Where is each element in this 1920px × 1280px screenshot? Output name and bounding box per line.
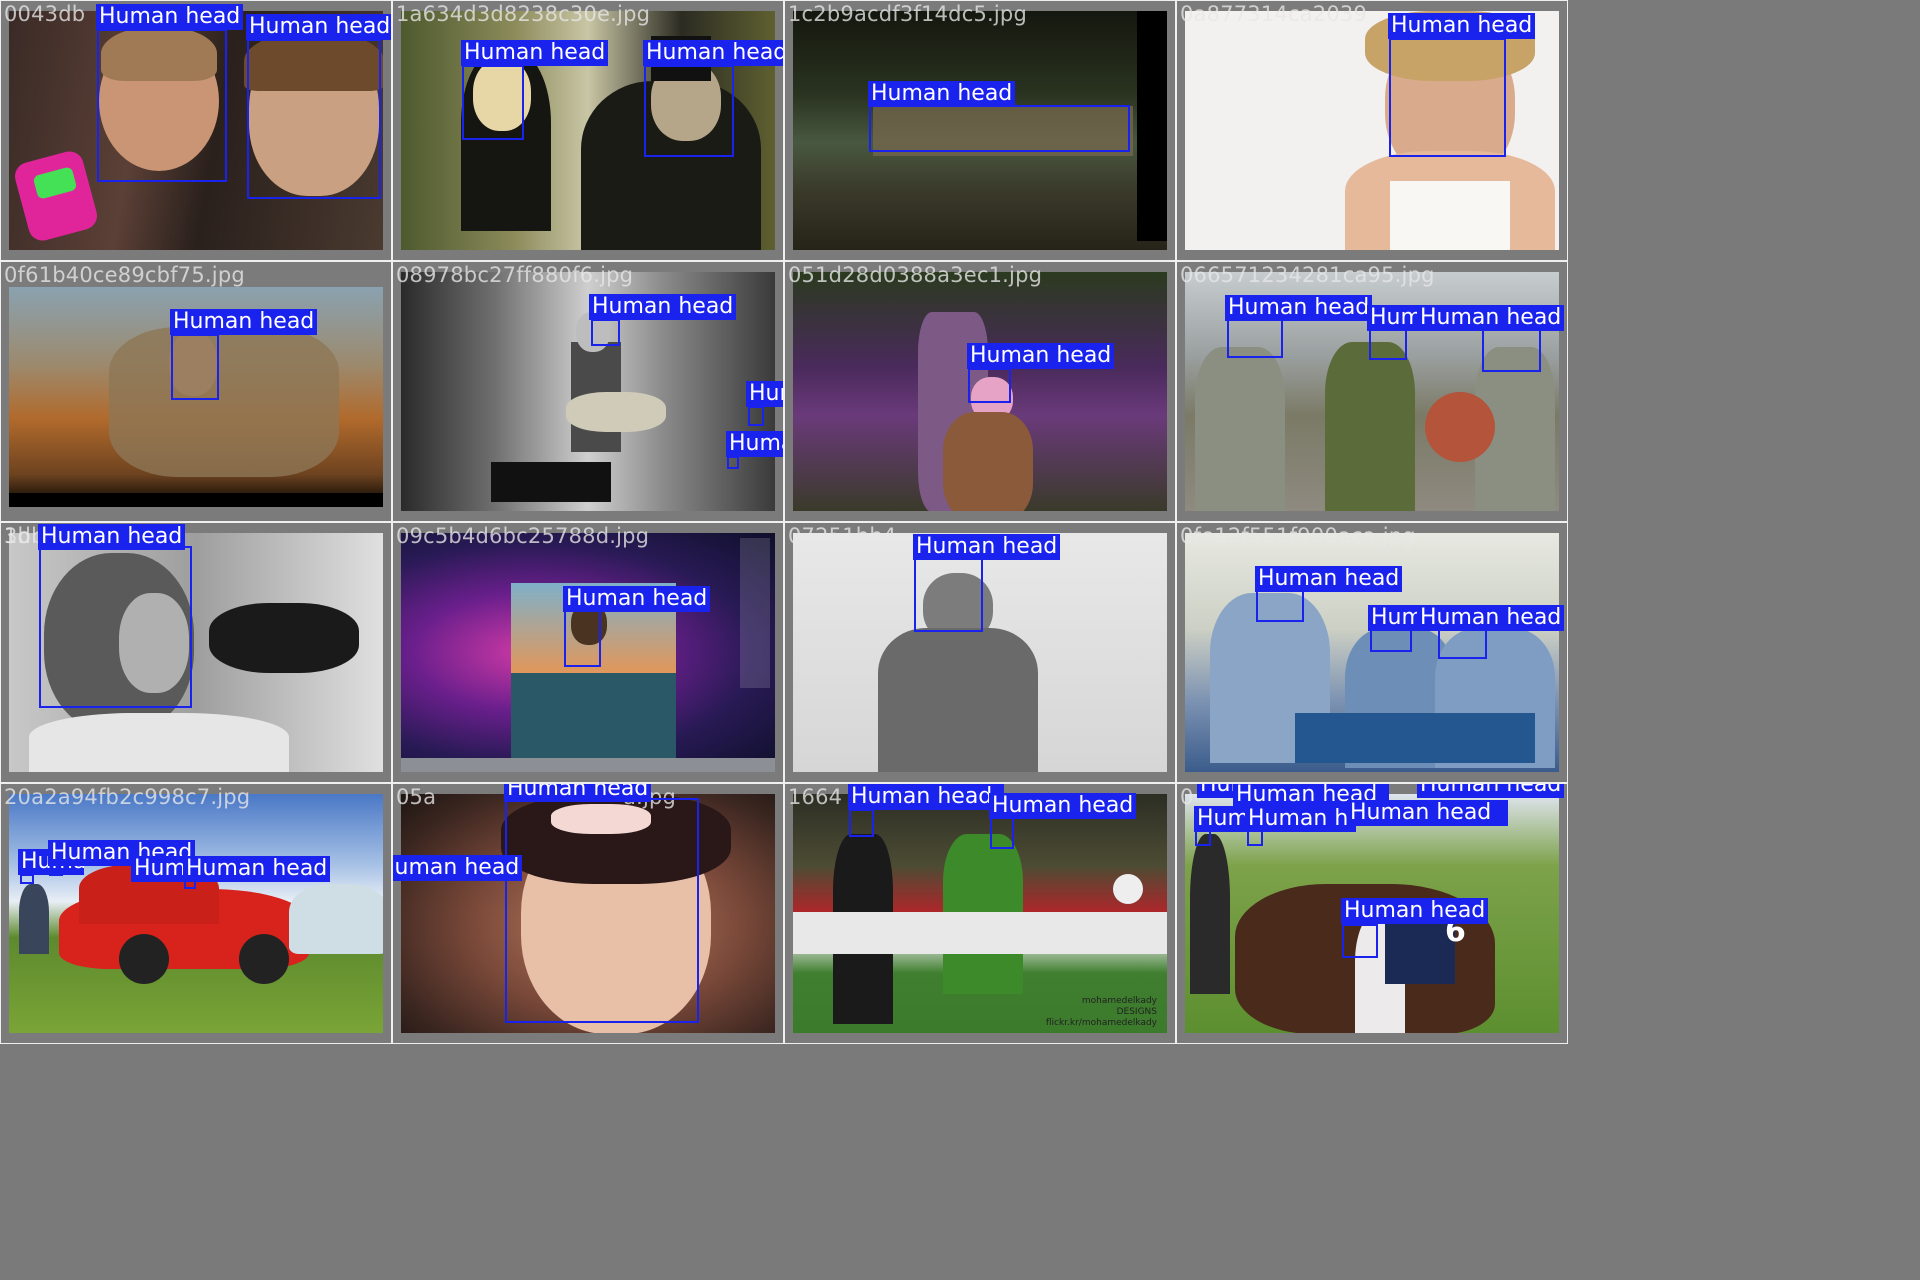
image-tile[interactable]: 20a2a94fb2c998c7.jpg Human head Human he… <box>0 783 392 1044</box>
detection-box[interactable] <box>644 65 734 157</box>
detection-label: Human head <box>1368 605 1424 631</box>
detection-box[interactable] <box>869 105 1130 152</box>
detection-box[interactable] <box>39 546 192 708</box>
detection-label: Human head <box>643 40 783 66</box>
detection-box[interactable] <box>591 319 620 346</box>
detection-box[interactable] <box>505 798 699 1023</box>
filename-label: 051d28d0388a3ec1.jpg <box>788 263 1043 287</box>
detection-label: Human head <box>589 294 737 320</box>
detection-label: Human head <box>1388 13 1536 39</box>
detection-box[interactable] <box>1369 329 1407 360</box>
detection-label: Human head <box>1417 305 1565 331</box>
detection-label: Human head <box>1417 784 1565 798</box>
detection-label: Human head <box>246 14 391 40</box>
filename-label: 20a2a94fb2c998c7.jpg <box>4 785 251 809</box>
detection-box[interactable] <box>1227 319 1283 358</box>
image-tile[interactable]: 1a634d3d8238c30e.jpg Human head Human he… <box>392 0 784 261</box>
detection-box[interactable] <box>1370 628 1412 652</box>
detection-box[interactable] <box>968 368 1011 403</box>
detection-box[interactable] <box>247 39 381 199</box>
image-tile[interactable]: 05a a.jpg Human head Human head <box>392 783 784 1044</box>
detection-label: Human head <box>504 784 652 802</box>
image-tile[interactable]: 1664 Human head Human head mohamedelkady… <box>784 783 1176 1044</box>
detection-results-grid: 0043db Human head Human head 1a634d3d823… <box>0 0 1568 1046</box>
filename-label: 05a <box>396 785 437 809</box>
detection-box[interactable] <box>564 609 601 667</box>
detection-box[interactable] <box>748 406 764 426</box>
detection-label: Human head <box>1341 898 1489 924</box>
image-tile[interactable]: 066571234281ca95.jpg Human head Human he… <box>1176 261 1568 522</box>
detection-label: Human head <box>563 586 711 612</box>
watermark: mohamedelkady DESIGNS flickr.kr/mohamede… <box>1046 996 1157 1029</box>
filename-label: 08978bc27ff880f6.jpg <box>396 263 634 287</box>
image-tile[interactable]: 0f61b40ce89cbf75.jpg Human head <box>0 261 392 522</box>
detection-label: Human head <box>393 855 523 881</box>
detection-label: Human head <box>1417 605 1565 631</box>
detection-label: Human head <box>913 534 1061 560</box>
detection-box[interactable] <box>462 65 524 140</box>
filename-label: 0043db <box>4 2 86 26</box>
filename-label: 1c2b9acdf3f14dc5.jpg <box>788 2 1027 26</box>
filename-label: 1a634d3d8238c30e.jpg <box>396 2 651 26</box>
detection-box[interactable] <box>1256 589 1304 622</box>
detection-box[interactable] <box>97 29 227 182</box>
filename-label: 0fe12f551f900aca.jpg <box>1180 524 1416 548</box>
detection-box[interactable] <box>1195 830 1211 846</box>
filename-label: 1b <box>4 524 32 548</box>
filename-label: 09c5b4d6bc25788d.jpg <box>396 524 650 548</box>
detection-label: Human head <box>868 81 1016 107</box>
detection-box[interactable] <box>20 874 34 884</box>
watermark-name: mohamedelkady <box>1081 996 1157 1006</box>
image-tile[interactable]: 0043db Human head Human head <box>0 0 392 261</box>
image-tile[interactable]: 051d28d0388a3ec1.jpg Human head <box>784 261 1176 522</box>
filename-label: 0f61b40ce89cbf75.jpg <box>4 263 245 287</box>
watermark-url: flickr.kr/mohamedelkady <box>1045 1018 1157 1028</box>
detection-label: Human head <box>461 40 609 66</box>
detection-label: Human head <box>848 784 1004 810</box>
detection-label: Human head <box>170 309 318 335</box>
image-tile[interactable]: 08978bc27ff880f6.jpg Human head Human he… <box>392 261 784 522</box>
detection-label: Human head <box>967 343 1115 369</box>
filename-label: 0 <box>1180 785 1194 809</box>
image-tile[interactable]: 3db.jpg 1b Human head <box>0 522 392 783</box>
filename-label: 0a877314ca2039 <box>1180 2 1368 26</box>
photo <box>9 794 383 1033</box>
detection-label: Human head <box>989 793 1137 819</box>
detection-label: Human head <box>746 381 783 407</box>
watermark-brand: DESIGNS <box>1116 1007 1157 1017</box>
detection-box[interactable] <box>1389 38 1506 157</box>
detection-box[interactable] <box>171 334 219 400</box>
detection-box[interactable] <box>914 558 983 632</box>
image-tile[interactable]: 0a877314ca2039 Human head <box>1176 0 1568 261</box>
detection-box[interactable] <box>1438 629 1487 659</box>
detection-box[interactable] <box>990 817 1014 849</box>
detection-box[interactable] <box>1247 830 1263 846</box>
detection-label: Human head <box>1255 566 1403 592</box>
detection-label: Human head <box>38 524 186 550</box>
filename-label: 07251bb4 <box>788 524 897 548</box>
image-tile[interactable]: 1c2b9acdf3f14dc5.jpg Human head <box>784 0 1176 261</box>
detection-label: Human head <box>183 856 331 882</box>
detection-label: Human head <box>96 4 244 30</box>
image-tile[interactable]: 0fe12f551f900aca.jpg Human head Human he… <box>1176 522 1568 783</box>
detection-box[interactable] <box>1342 924 1378 958</box>
image-tile[interactable]: 6 0 Human head Human head Human head Hum… <box>1176 783 1568 1044</box>
detection-label: Human head <box>1225 295 1373 321</box>
image-tile[interactable]: 09c5b4d6bc25788d.jpg Human head <box>392 522 784 783</box>
detection-label: Human head <box>726 431 783 457</box>
detection-label: Human head <box>131 856 187 882</box>
detection-box[interactable] <box>849 809 874 837</box>
filename-label: 066571234281ca95.jpg <box>1180 263 1435 287</box>
filename-label: 1664 <box>788 785 843 809</box>
detection-box[interactable] <box>1482 329 1541 372</box>
detection-box[interactable] <box>727 456 739 469</box>
detection-label: Human head <box>1347 800 1508 826</box>
detection-label: Human head <box>1245 806 1356 832</box>
image-tile[interactable]: 07251bb4 Human head <box>784 522 1176 783</box>
